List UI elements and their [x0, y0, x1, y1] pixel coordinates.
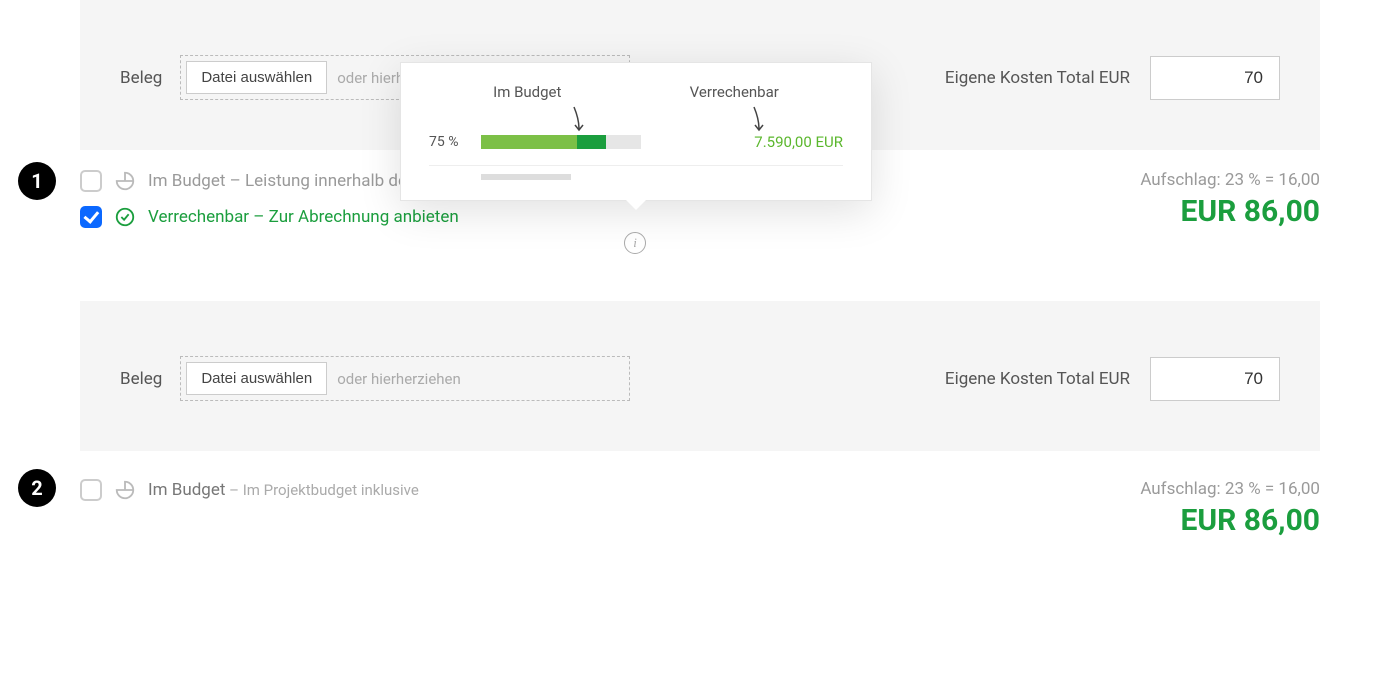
step-badge-1: 1 [18, 162, 56, 200]
total-amount: EUR 86,00 [1140, 194, 1320, 229]
budget-tooltip: Im Budget Verrechenbar 75 % 7.590,00 EUR [400, 62, 872, 201]
own-cost-group: Eigene Kosten Total EUR [945, 357, 1280, 401]
beleg-label: Beleg [120, 369, 162, 389]
piechart-icon [114, 479, 136, 501]
tooltip-value: 7.590,00 EUR [754, 133, 843, 151]
tooltip-head-billable: Verrechenbar [690, 83, 779, 101]
option-in-budget-label: Im Budget – Im Projektbudget inklusive [148, 480, 419, 500]
checkbox-in-budget[interactable] [80, 170, 102, 192]
file-drop-zone[interactable]: Datei auswählen oder hierherziehen [180, 356, 630, 401]
arrow-icon [569, 105, 589, 133]
option-billable-label: Verrechenbar – Zur Abrechnung anbieten [148, 207, 459, 227]
checkbox-in-budget[interactable] [80, 479, 102, 501]
info-icon[interactable]: i [624, 232, 646, 254]
option-in-budget: Im Budget – Im Projektbudget inklusive [80, 479, 419, 501]
option-billable: Verrechenbar – Zur Abrechnung anbieten [80, 206, 535, 228]
total-amount: EUR 86,00 [1140, 503, 1320, 538]
panel-2: Beleg Datei auswählen oder hierherziehen… [80, 301, 1320, 451]
file-select-button[interactable]: Datei auswählen [186, 362, 327, 395]
own-cost-group: Eigene Kosten Total EUR [945, 56, 1280, 100]
file-select-button[interactable]: Datei auswählen [186, 61, 327, 94]
own-cost-label: Eigene Kosten Total EUR [945, 369, 1130, 389]
own-cost-label: Eigene Kosten Total EUR [945, 68, 1130, 88]
tooltip-percent: 75 % [429, 134, 469, 150]
tooltip-progress-bar [481, 135, 641, 149]
surcharge-text: Aufschlag: 23 % = 16,00 [1140, 479, 1320, 499]
step-badge-2: 2 [18, 469, 56, 507]
arrow-icon [749, 105, 769, 133]
options-block-2: 2 Im Budget – Im Projektbudget inklusive… [80, 451, 1320, 568]
beleg-label: Beleg [120, 68, 162, 88]
piechart-icon [114, 170, 136, 192]
own-cost-input[interactable] [1150, 56, 1280, 100]
check-circle-icon [114, 206, 136, 228]
tooltip-bar-shadow [481, 174, 571, 180]
file-hint: oder hierherziehen [337, 370, 461, 388]
beleg-row: Beleg Datei auswählen oder hierherziehen… [120, 356, 1280, 401]
checkbox-billable[interactable] [80, 206, 102, 228]
surcharge-text: Aufschlag: 23 % = 16,00 [1140, 170, 1320, 190]
tooltip-head-budget: Im Budget [493, 83, 561, 101]
own-cost-input[interactable] [1150, 357, 1280, 401]
